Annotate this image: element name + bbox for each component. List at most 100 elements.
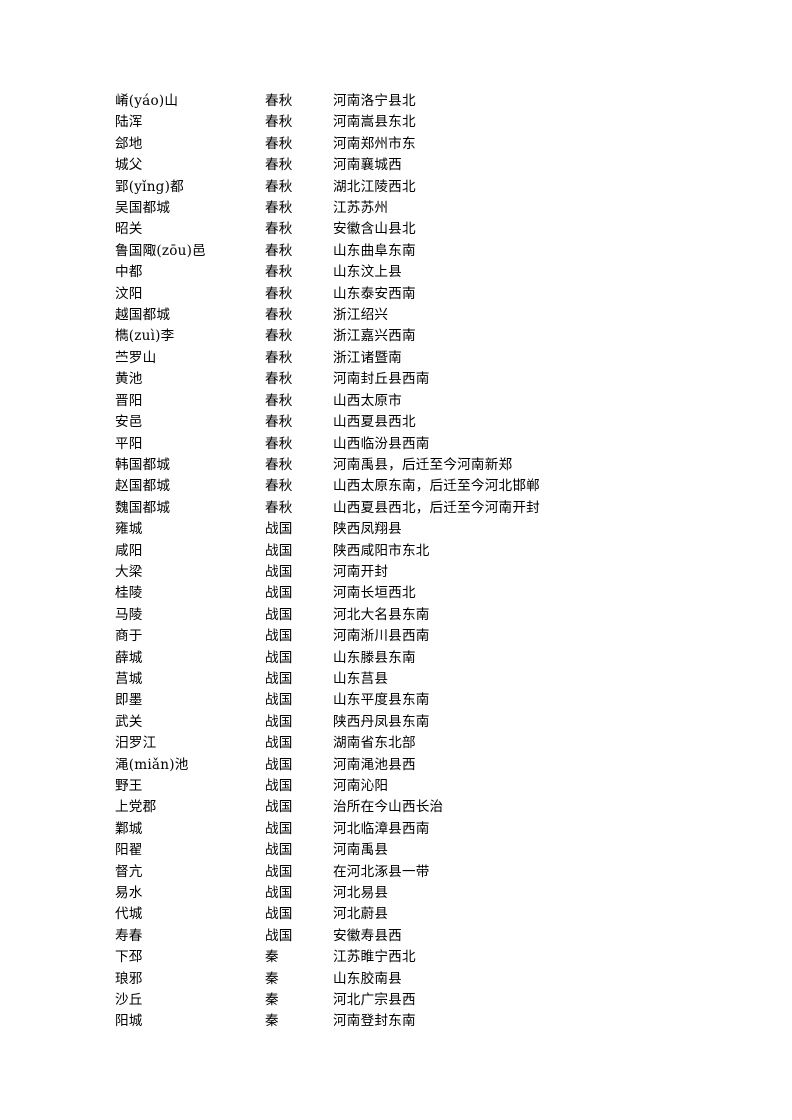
table-row: 苎罗山 春秋 浙江诸暨南: [115, 348, 735, 369]
modern-location-cell: 河南郑州市东: [333, 135, 416, 152]
modern-location-cell: 山西太原市: [333, 392, 402, 409]
modern-location-cell: 山东滕县东南: [333, 649, 416, 666]
period-cell: 春秋: [265, 371, 293, 388]
place-name-cell: 武关: [115, 713, 143, 730]
table-row: 马陵 战国 河北大名县东南: [115, 605, 735, 626]
modern-location-cell: 河北易县: [333, 885, 389, 902]
modern-location-cell: 河北广宗县西: [333, 992, 416, 1009]
place-name-cell: 汶阳: [115, 285, 143, 302]
modern-location-cell: 河南襄城西: [333, 157, 402, 174]
table-row: 沙丘 秦 河北广宗县西: [115, 990, 735, 1011]
table-row: 寿春 战国 安徽寿县西: [115, 926, 735, 947]
table-row: 越国都城 春秋 浙江绍兴: [115, 305, 735, 326]
table-row: 琅邪 秦 山东胶南县: [115, 969, 735, 990]
modern-location-cell: 山西临汾县西南: [333, 435, 430, 452]
place-name-cell: 寿春: [115, 927, 143, 944]
table-row: 商于 战国 河南淅川县西南: [115, 626, 735, 647]
modern-location-cell: 浙江诸暨南: [333, 349, 402, 366]
place-name-cell: 城父: [115, 157, 143, 174]
place-name-cell: 渑(miǎn)池: [115, 756, 189, 773]
table-row: 鲁国陬(zōu)邑 春秋 山东曲阜东南: [115, 241, 735, 262]
modern-location-cell: 陕西丹凤县东南: [333, 713, 430, 730]
table-row: 野王 战国 河南沁阳: [115, 776, 735, 797]
place-name-cell: 莒城: [115, 670, 143, 687]
modern-location-cell: 河南封丘县西南: [333, 371, 430, 388]
period-cell: 春秋: [265, 135, 293, 152]
table-row: 渑(miǎn)池 战国 河南渑池县西: [115, 755, 735, 776]
place-name-cell: 崤(yáo)山: [115, 93, 179, 109]
table-row: 檇(zuì)李 春秋 浙江嘉兴西南: [115, 326, 735, 347]
place-name-cell: 阳翟: [115, 842, 143, 859]
table-row: 魏国都城 春秋 山西夏县西北，后迁至今河南开封: [115, 498, 735, 519]
place-name-cell: 阳城: [115, 1013, 143, 1030]
table-row: 雍城 战国 陕西凤翔县: [115, 519, 735, 540]
table-row: 上党郡 战国 治所在今山西长治: [115, 797, 735, 818]
table-row: 桂陵 战国 河南长垣西北: [115, 583, 735, 604]
place-name-cell: 代城: [115, 906, 143, 923]
period-cell: 春秋: [265, 200, 293, 217]
modern-location-cell: 陕西凤翔县: [333, 521, 402, 538]
period-cell: 战国: [265, 820, 293, 837]
modern-location-cell: 河北临漳县西南: [333, 820, 430, 837]
place-names-table-container: 崤(yáo)山 春秋 河南洛宁县北 陆浑 春秋 河南嵩县东北 郐地 春秋 河南郑州市东 城父 春秋河…: [115, 91, 735, 1033]
modern-location-cell: 山东莒县: [333, 670, 389, 687]
place-name-cell: 吴国都城: [115, 200, 171, 217]
modern-location-cell: 山西夏县西北: [333, 414, 416, 431]
modern-location-cell: 江苏苏州: [333, 200, 389, 217]
table-row: 中都 春秋 山东汶上县: [115, 262, 735, 283]
table-row: 汶阳 春秋 山东泰安西南: [115, 284, 735, 305]
place-name-cell: 易水: [115, 885, 143, 902]
table-row: 咸阳 战国 陕西咸阳市东北: [115, 541, 735, 562]
period-cell: 战国: [265, 735, 293, 752]
table-row: 安邑 春秋 山西夏县西北: [115, 412, 735, 433]
table-row: 大梁 战国 河南开封: [115, 562, 735, 583]
period-cell: 春秋: [265, 307, 293, 324]
place-name-cell: 鄴城: [115, 820, 143, 837]
place-name-cell: 鲁国陬(zōu)邑: [115, 242, 206, 259]
table-row: 阳翟 战国 河南禹县: [115, 840, 735, 861]
place-name-cell: 平阳: [115, 435, 143, 452]
table-row: 阳城 秦 河南登封东南: [115, 1011, 735, 1032]
period-cell: 战国: [265, 713, 293, 730]
modern-location-cell: 河南长垣西北: [333, 585, 416, 602]
place-name-cell: 郐地: [115, 135, 143, 152]
table-row: 陆浑 春秋 河南嵩县东北: [115, 112, 735, 133]
place-name-cell: 薛城: [115, 649, 143, 666]
place-name-cell: 越国都城: [115, 307, 171, 324]
period-cell: 战国: [265, 606, 293, 623]
table-row: 代城 战国 河北蔚县: [115, 904, 735, 925]
period-cell: 战国: [265, 585, 293, 602]
place-name-cell: 雍城: [115, 521, 143, 538]
modern-location-cell: 安徽含山县北: [333, 221, 416, 238]
place-name-cell: 魏国都城: [115, 499, 171, 516]
modern-location-cell: 山东曲阜东南: [333, 242, 416, 259]
place-name-cell: 中都: [115, 264, 143, 281]
period-cell: 春秋: [265, 435, 293, 452]
period-cell: 春秋: [265, 499, 293, 516]
period-cell: 春秋: [265, 285, 293, 302]
period-cell: 春秋: [265, 93, 293, 109]
place-names-table: 崤(yáo)山 春秋 河南洛宁县北 陆浑 春秋 河南嵩县东北 郐地 春秋 河南郑州市东 城父 春秋河…: [115, 91, 735, 1033]
period-cell: 春秋: [265, 221, 293, 238]
place-name-cell: 郢(yǐng)都: [115, 178, 184, 195]
table-body: 崤(yáo)山 春秋 河南洛宁县北 陆浑 春秋 河南嵩县东北 郐地 春秋 河南郑州市东 城父 春秋河…: [115, 91, 735, 1033]
place-name-cell: 昭关: [115, 221, 143, 238]
modern-location-cell: 山东平度县东南: [333, 692, 430, 709]
table-row: 武关 战国 陕西丹凤县东南: [115, 712, 735, 733]
modern-location-cell: 山西太原东南，后迁至今河北邯郸: [333, 478, 540, 495]
place-name-cell: 商于: [115, 628, 143, 645]
table-row: 易水 战国 河北易县: [115, 883, 735, 904]
period-cell: 春秋: [265, 392, 293, 409]
period-cell: 春秋: [265, 456, 293, 473]
period-cell: 战国: [265, 885, 293, 902]
period-cell: 战国: [265, 927, 293, 944]
modern-location-cell: 河南禹县，后迁至今河南新郑: [333, 456, 513, 473]
table-row: 昭关 春秋 安徽含山县北: [115, 219, 735, 240]
place-name-cell: 大梁: [115, 563, 143, 580]
modern-location-cell: 河南沁阳: [333, 778, 389, 794]
place-name-cell: 督亢: [115, 863, 143, 880]
period-cell: 战国: [265, 521, 293, 538]
period-cell: 战国: [265, 863, 293, 880]
document-page: 崤(yáo)山 春秋 河南洛宁县北 陆浑 春秋 河南嵩县东北 郐地 春秋 河南郑州市东 城父 春秋河…: [0, 0, 792, 1120]
modern-location-cell: 河南嵩县东北: [333, 114, 416, 131]
